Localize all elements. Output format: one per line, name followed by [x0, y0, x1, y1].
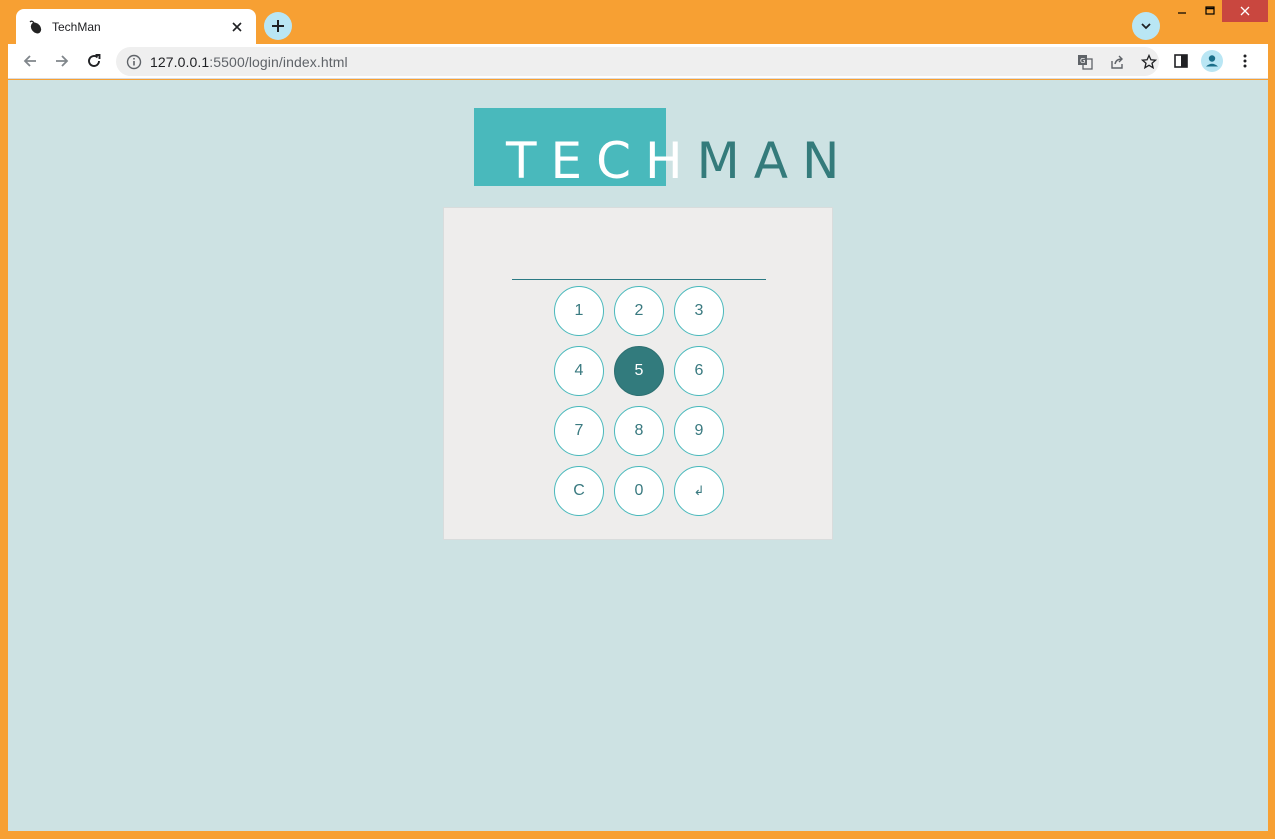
key-0[interactable]: 0 [614, 466, 664, 516]
tab-search-button[interactable] [1132, 12, 1160, 40]
minimize-button[interactable] [1170, 0, 1194, 22]
browser-tab[interactable]: TechMan [16, 9, 256, 44]
maximize-button[interactable] [1198, 0, 1222, 22]
profile-button[interactable] [1201, 50, 1223, 72]
mouse-favicon-icon [28, 19, 44, 35]
keypad: 1 2 3 4 5 6 7 8 9 C 0 ↲ [554, 286, 724, 516]
browser-menu-button[interactable] [1234, 50, 1256, 72]
site-info-icon[interactable] [126, 54, 142, 70]
logo-man: MAN [696, 132, 854, 190]
close-icon [1240, 6, 1250, 16]
translate-icon[interactable]: G [1076, 53, 1094, 71]
key-4[interactable]: 4 [554, 346, 604, 396]
login-panel: 1 2 3 4 5 6 7 8 9 C 0 ↲ [443, 207, 833, 540]
window-close-button[interactable] [1222, 0, 1268, 22]
pin-display [512, 238, 766, 280]
back-button[interactable] [18, 49, 42, 73]
window-frame-right [1268, 44, 1275, 839]
key-enter[interactable]: ↲ [674, 466, 724, 516]
plus-icon [272, 20, 284, 32]
key-5[interactable]: 5 [614, 346, 664, 396]
key-clear[interactable]: C [554, 466, 604, 516]
forward-button[interactable] [50, 49, 74, 73]
reload-icon [88, 54, 101, 67]
more-vert-icon [1243, 54, 1247, 68]
arrow-left-icon [23, 55, 36, 67]
arrow-right-icon [56, 55, 69, 67]
browser-toolbar: 127.0.0.1:5500/login/index.html G [8, 44, 1268, 79]
key-2[interactable]: 2 [614, 286, 664, 336]
tab-close-icon[interactable] [228, 18, 246, 36]
url-host: 127.0.0.1 [150, 53, 210, 70]
reload-button[interactable] [82, 49, 106, 73]
avatar-icon [1201, 50, 1223, 72]
window-frame-bottom [0, 831, 1275, 839]
minimize-icon [1178, 12, 1186, 14]
key-8[interactable]: 8 [614, 406, 664, 456]
side-panel-button[interactable] [1170, 50, 1192, 72]
chevron-down-icon [1141, 23, 1151, 30]
url-path: :5500/login/index.html [209, 53, 348, 70]
svg-text:G: G [1080, 57, 1085, 65]
techman-logo: TECHMAN [474, 108, 839, 190]
logo-text: TECHMAN [506, 132, 853, 190]
key-9[interactable]: 9 [674, 406, 724, 456]
new-tab-button[interactable] [264, 12, 292, 40]
side-panel-icon [1174, 54, 1188, 68]
window-frame-left [0, 44, 8, 839]
address-bar[interactable]: 127.0.0.1:5500/login/index.html G [116, 47, 1159, 76]
key-6[interactable]: 6 [674, 346, 724, 396]
logo-tech: TECH [506, 132, 697, 190]
key-1[interactable]: 1 [554, 286, 604, 336]
key-7[interactable]: 7 [554, 406, 604, 456]
maximize-icon [1205, 6, 1215, 15]
share-icon[interactable] [1108, 53, 1126, 71]
tab-title: TechMan [52, 19, 101, 34]
page-viewport: TECHMAN 1 2 3 4 5 6 7 8 9 C 0 ↲ [8, 80, 1268, 831]
bookmark-star-icon[interactable] [1140, 53, 1158, 71]
key-3[interactable]: 3 [674, 286, 724, 336]
url-text: 127.0.0.1:5500/login/index.html [150, 54, 348, 70]
browser-titlebar: TechMan [0, 0, 1275, 44]
